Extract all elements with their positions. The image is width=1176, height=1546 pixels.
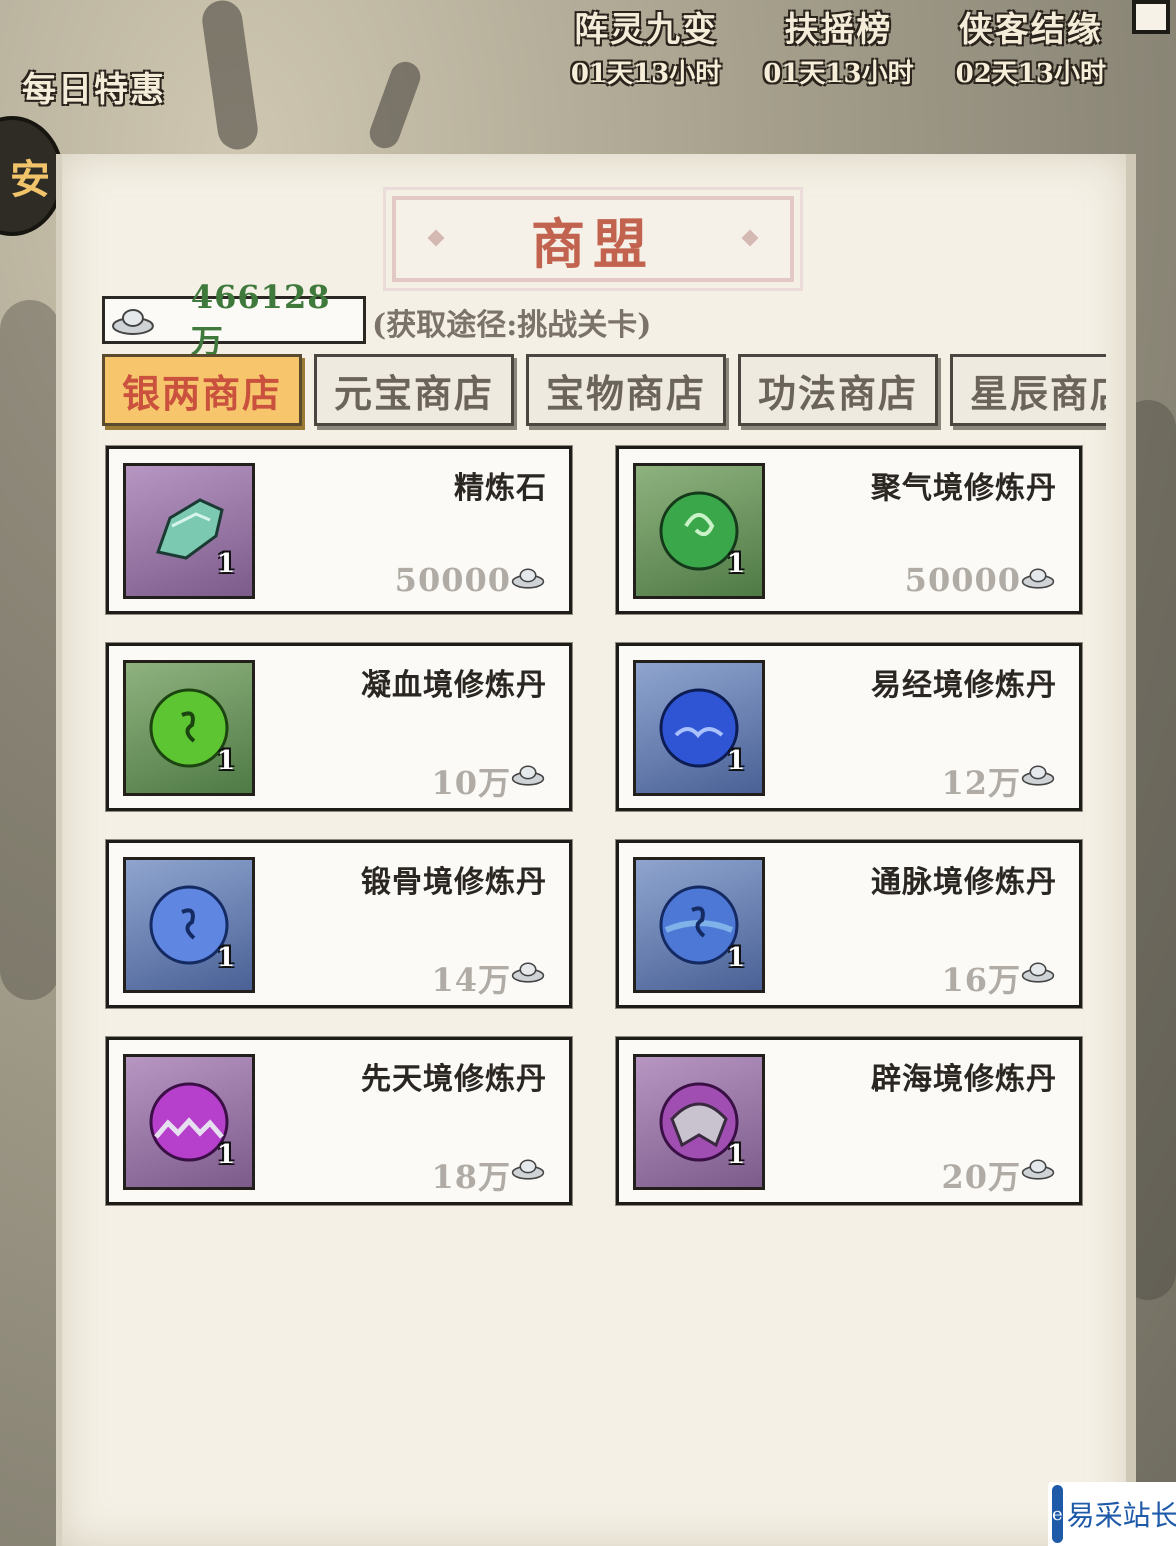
event-title: 侠客结缘 — [958, 10, 1103, 50]
item-icon-frame — [123, 857, 255, 993]
item-name: 凝血境修炼丹 — [361, 668, 547, 703]
item-name: 易经境修炼丹 — [871, 668, 1057, 703]
silver-ingot-icon — [1021, 765, 1055, 786]
item-name: 通脉境修炼丹 — [871, 865, 1057, 900]
shop-title-plate: 商盟 — [383, 187, 803, 291]
tab-silver-shop[interactable]: 银两商店 — [102, 354, 302, 426]
silver-ingot-icon — [511, 765, 545, 786]
item-icon-frame — [633, 463, 765, 599]
item-name: 先天境修炼丹 — [361, 1062, 547, 1097]
shop-item-card[interactable]: 1 锻骨境修炼丹 14万 — [106, 840, 572, 1008]
diamond-ornament-icon — [427, 229, 445, 247]
item-quantity: 1 — [727, 943, 746, 973]
item-price: 10万 — [431, 764, 511, 802]
item-quantity: 1 — [217, 943, 236, 973]
shop-item-card[interactable]: 1 聚气境修炼丹 50000 — [616, 446, 1082, 614]
currency-balance: 466128万 — [102, 278, 366, 360]
item-icon-frame — [633, 660, 765, 796]
event-countdown: 01天13小时 — [763, 59, 914, 89]
item-price: 50000 — [904, 561, 1021, 599]
item-name: 精炼石 — [454, 471, 547, 506]
item-icon-frame — [633, 1054, 765, 1190]
item-quantity: 1 — [217, 549, 236, 579]
corner-button[interactable] — [1132, 0, 1170, 34]
watermark: e 易采站长站 — [1048, 1482, 1176, 1546]
side-badge-glyph: 安 — [10, 156, 50, 203]
shop-item-card[interactable]: 1 先天境修炼丹 18万 — [106, 1037, 572, 1205]
shop-item-card[interactable]: 1 通脉境修炼丹 16万 — [616, 840, 1082, 1008]
watermark-logo-icon: e — [1052, 1485, 1063, 1543]
acquire-hint: (获取途径:挑战关卡) — [372, 308, 652, 343]
event-title: 阵灵九变 — [574, 10, 719, 50]
item-icon-frame — [633, 857, 765, 993]
event-countdown: 02天13小时 — [955, 59, 1106, 89]
tab-treasure-shop[interactable]: 宝物商店 — [526, 354, 726, 426]
event-ranking[interactable]: 扶摇榜 01天13小时 — [763, 2, 913, 90]
event-formation[interactable]: 阵灵九变 01天13小时 — [571, 2, 721, 90]
item-name: 锻骨境修炼丹 — [361, 865, 547, 900]
item-price: 14万 — [431, 961, 511, 999]
tab-star-shop[interactable]: 星辰商店 — [950, 354, 1106, 426]
event-countdown: 01天13小时 — [570, 59, 722, 89]
shop-panel: 商盟 466128万 (获取途径:挑战关卡) 银两商店 元宝商店 宝物商店 功法… — [56, 154, 1136, 1546]
item-price: 20万 — [941, 1158, 1021, 1196]
item-icon-frame — [123, 660, 255, 796]
silver-ingot-icon — [111, 309, 154, 335]
item-name: 辟海境修炼丹 — [871, 1062, 1057, 1097]
watermark-text: 易采站长站 — [1066, 1499, 1176, 1532]
event-title: 扶摇榜 — [784, 10, 893, 50]
item-price: 50000 — [394, 561, 511, 599]
shop-item-card[interactable]: 1 辟海境修炼丹 20万 — [616, 1037, 1082, 1205]
silver-ingot-icon — [511, 962, 545, 983]
shop-title: 商盟 — [531, 211, 655, 276]
silver-ingot-icon — [1021, 1159, 1055, 1180]
item-price: 18万 — [431, 1158, 511, 1196]
daily-deal-button[interactable]: 每日特惠 — [22, 62, 166, 111]
item-quantity: 1 — [727, 746, 746, 776]
currency-amount: 466128万 — [190, 278, 331, 360]
item-quantity: 1 — [217, 746, 236, 776]
item-icon-frame — [123, 1054, 255, 1190]
item-name: 聚气境修炼丹 — [871, 471, 1057, 506]
silver-ingot-icon — [1021, 962, 1055, 983]
item-quantity: 1 — [727, 1140, 746, 1170]
item-icon-frame — [123, 463, 255, 599]
shop-item-card[interactable]: 1 精炼石 50000 — [106, 446, 572, 614]
item-quantity: 1 — [727, 549, 746, 579]
tab-ingot-shop[interactable]: 元宝商店 — [314, 354, 514, 426]
diamond-ornament-icon — [741, 229, 759, 247]
event-timers: 阵灵九变 01天13小时 扶摇榜 01天13小时 侠客结缘 02天13小时 — [571, 2, 1106, 90]
shop-tabs: 银两商店 元宝商店 宝物商店 功法商店 星辰商店 — [102, 354, 1106, 432]
item-price: 12万 — [941, 764, 1021, 802]
item-price: 16万 — [941, 961, 1021, 999]
tab-skill-shop[interactable]: 功法商店 — [738, 354, 938, 426]
event-hero-bond[interactable]: 侠客结缘 02天13小时 — [956, 2, 1106, 90]
shop-item-card[interactable]: 1 易经境修炼丹 12万 — [616, 643, 1082, 811]
shop-item-card[interactable]: 1 凝血境修炼丹 10万 — [106, 643, 572, 811]
silver-ingot-icon — [511, 568, 545, 589]
silver-ingot-icon — [511, 1159, 545, 1180]
item-quantity: 1 — [217, 1140, 236, 1170]
silver-ingot-icon — [1021, 568, 1055, 589]
